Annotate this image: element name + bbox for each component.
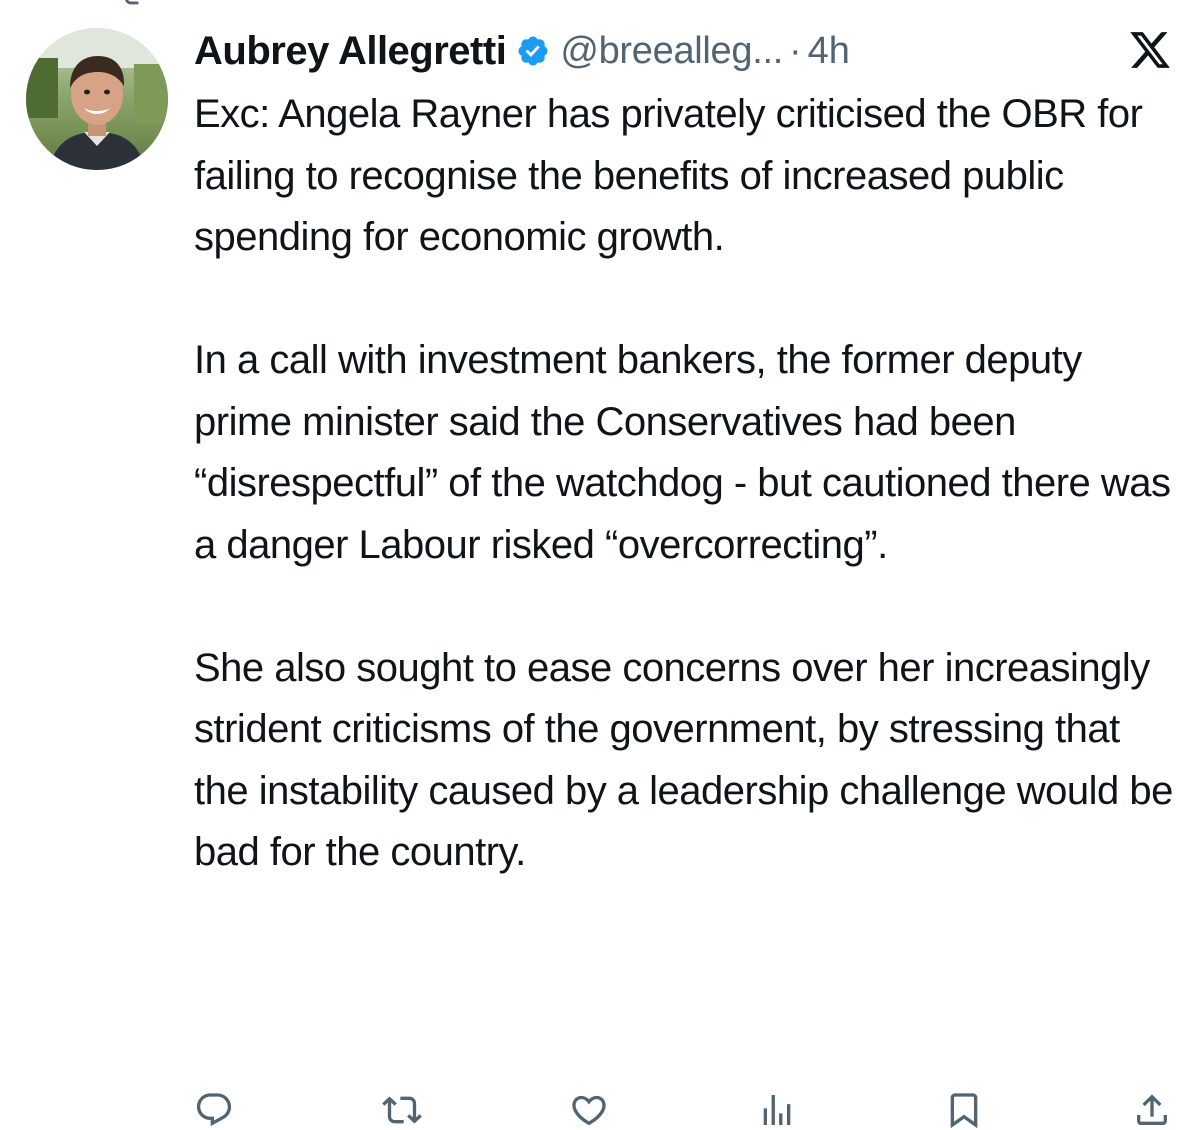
tweet-paragraph-3: She also sought to ease concerns over he… [194, 645, 1173, 875]
views-icon [763, 1095, 791, 1125]
avatar-photo [26, 28, 168, 170]
tweet-text: Exc: Angela Rayner has privately critici… [194, 84, 1180, 884]
repost-icon [381, 1096, 422, 1124]
bookmark-icon [951, 1093, 978, 1129]
author-name[interactable]: Aubrey Allegretti [194, 29, 507, 74]
tweet-actions [194, 1090, 1172, 1130]
repost-context [120, 0, 154, 10]
tweet-paragraph-2: In a call with investment bankers, the f… [194, 338, 1171, 567]
share-icon [1136, 1094, 1167, 1125]
reply-button[interactable] [194, 1090, 234, 1130]
repost-context-icon [125, 0, 139, 5]
tweet-paragraph-1: Exc: Angela Rayner has privately critici… [194, 92, 1143, 259]
views-button[interactable] [757, 1090, 797, 1130]
timestamp[interactable]: 4h [808, 30, 850, 73]
like-button[interactable] [569, 1090, 609, 1130]
author-avatar[interactable] [26, 28, 168, 170]
author-handle[interactable]: @breealleg... [560, 30, 783, 73]
separator-dot: · [789, 29, 802, 72]
repost-button[interactable] [381, 1090, 422, 1130]
x-logo-icon [1130, 32, 1170, 68]
reply-icon [196, 1093, 232, 1127]
share-button[interactable] [1132, 1090, 1172, 1130]
like-icon [572, 1095, 606, 1126]
verified-badge-icon [518, 36, 548, 66]
bookmark-button[interactable] [944, 1090, 984, 1130]
tweet-header: Aubrey Allegretti @breealleg... · 4h [194, 26, 1172, 76]
